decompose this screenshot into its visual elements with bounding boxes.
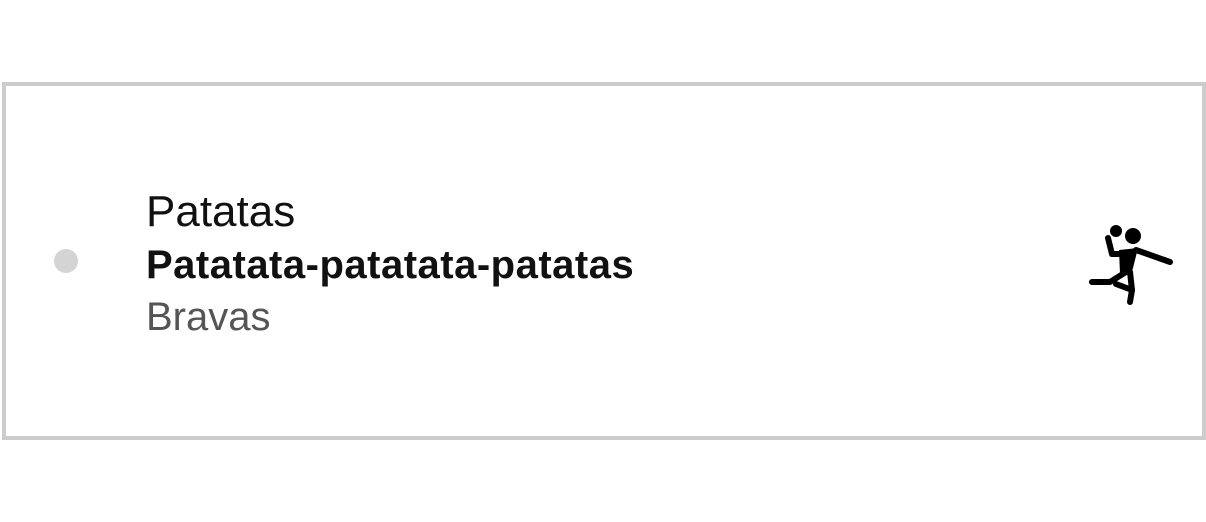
item-detail: Bravas bbox=[146, 295, 271, 339]
item-title: Patatas bbox=[146, 187, 296, 236]
handball-player-icon bbox=[1089, 225, 1173, 305]
item-text-block: Patatas Patatata-patatata-patatas Bravas bbox=[146, 186, 634, 342]
list-item-card[interactable]: Patatas Patatata-patatata-patatas Bravas bbox=[2, 82, 1206, 440]
status-dot bbox=[54, 249, 78, 273]
item-subtitle: Patatata-patatata-patatas bbox=[146, 243, 635, 287]
